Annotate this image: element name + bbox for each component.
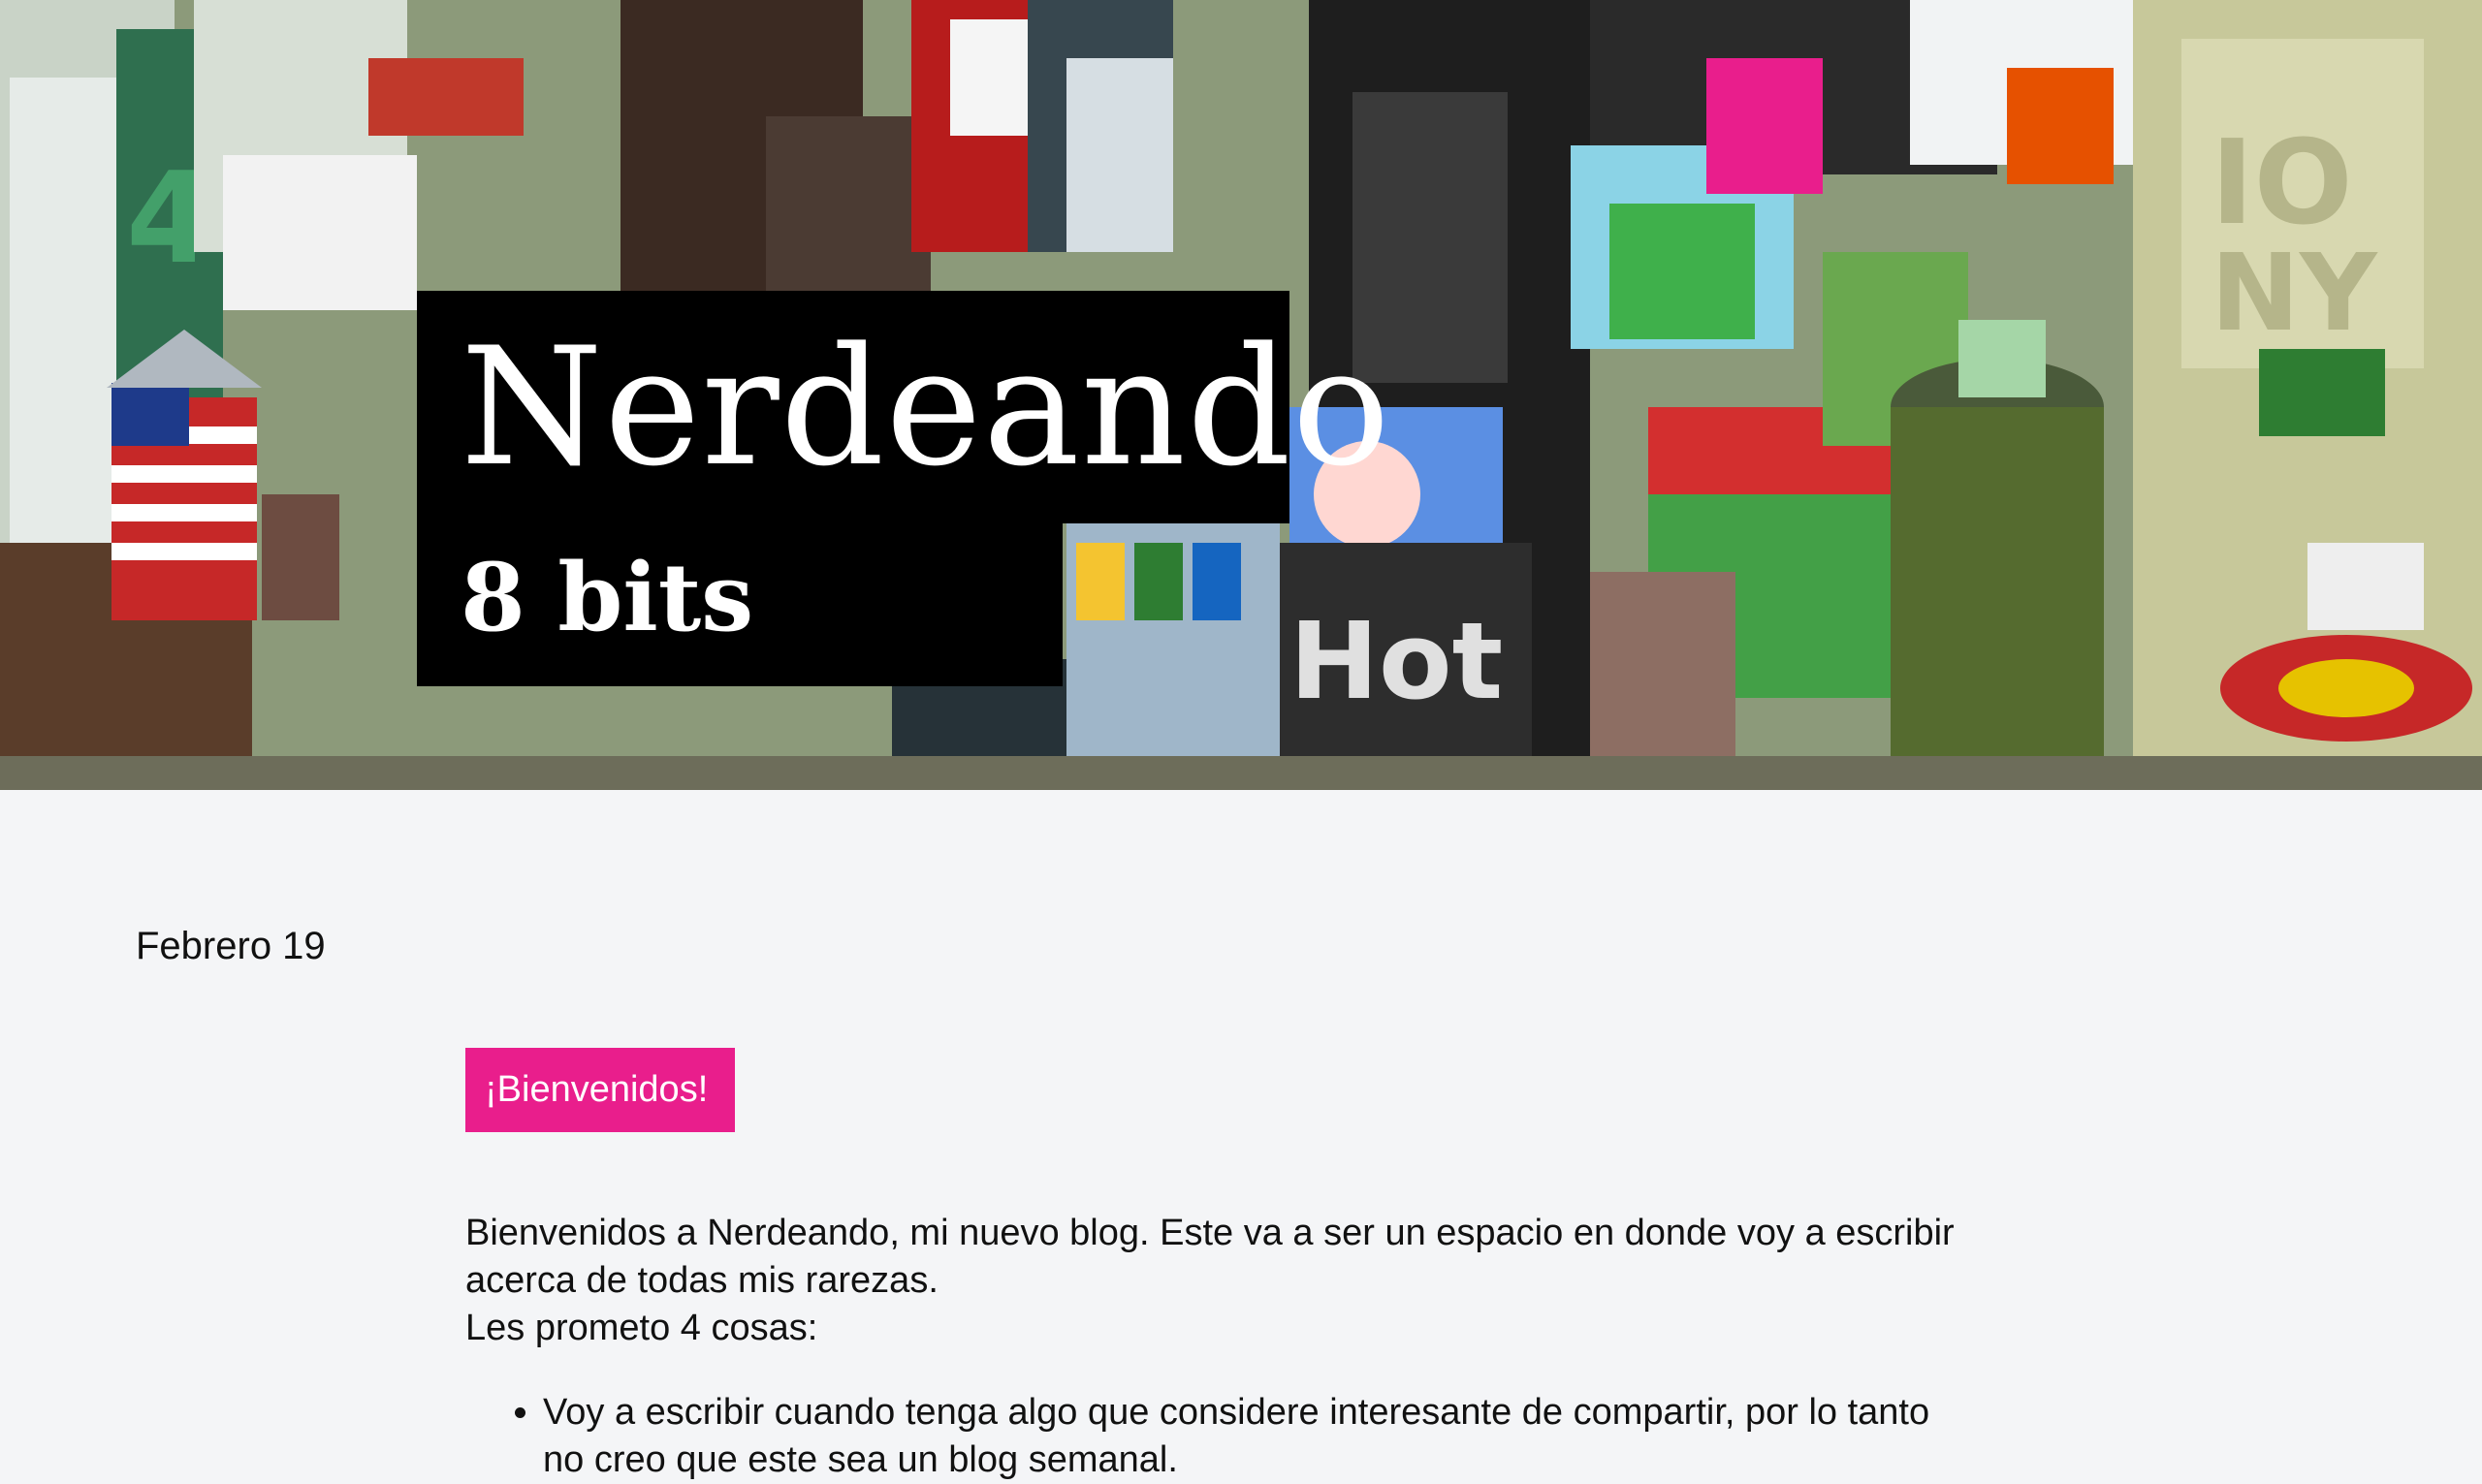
svg-text:Hot: Hot — [1289, 599, 1503, 723]
list-item: Voy a escribir cuando tenga algo que con… — [543, 1389, 1978, 1484]
post-paragraph: Les prometo 4 cosas: — [465, 1308, 818, 1348]
site-subtitle-box: 8 bits — [417, 523, 1063, 686]
post-tag-button[interactable]: ¡Bienvenidos! — [465, 1048, 736, 1132]
header-banner: 4 Hot IO NY Nerdeando 8 bits — [0, 0, 2482, 790]
site-title[interactable]: Nerdeando — [461, 310, 1391, 504]
post-date: Febrero 19 — [136, 925, 326, 967]
svg-text:NY: NY — [2211, 231, 2378, 355]
post-paragraph: Bienvenidos a Nerdeando, mi nuevo blog. … — [465, 1213, 1955, 1301]
site-title-box: Nerdeando — [417, 291, 1390, 523]
post-list: Voy a escribir cuando tenga algo que con… — [465, 1389, 1978, 1484]
post-body: Bienvenidos a Nerdeando, mi nuevo blog. … — [465, 1210, 1978, 1484]
site-subtitle: 8 bits — [461, 543, 754, 652]
